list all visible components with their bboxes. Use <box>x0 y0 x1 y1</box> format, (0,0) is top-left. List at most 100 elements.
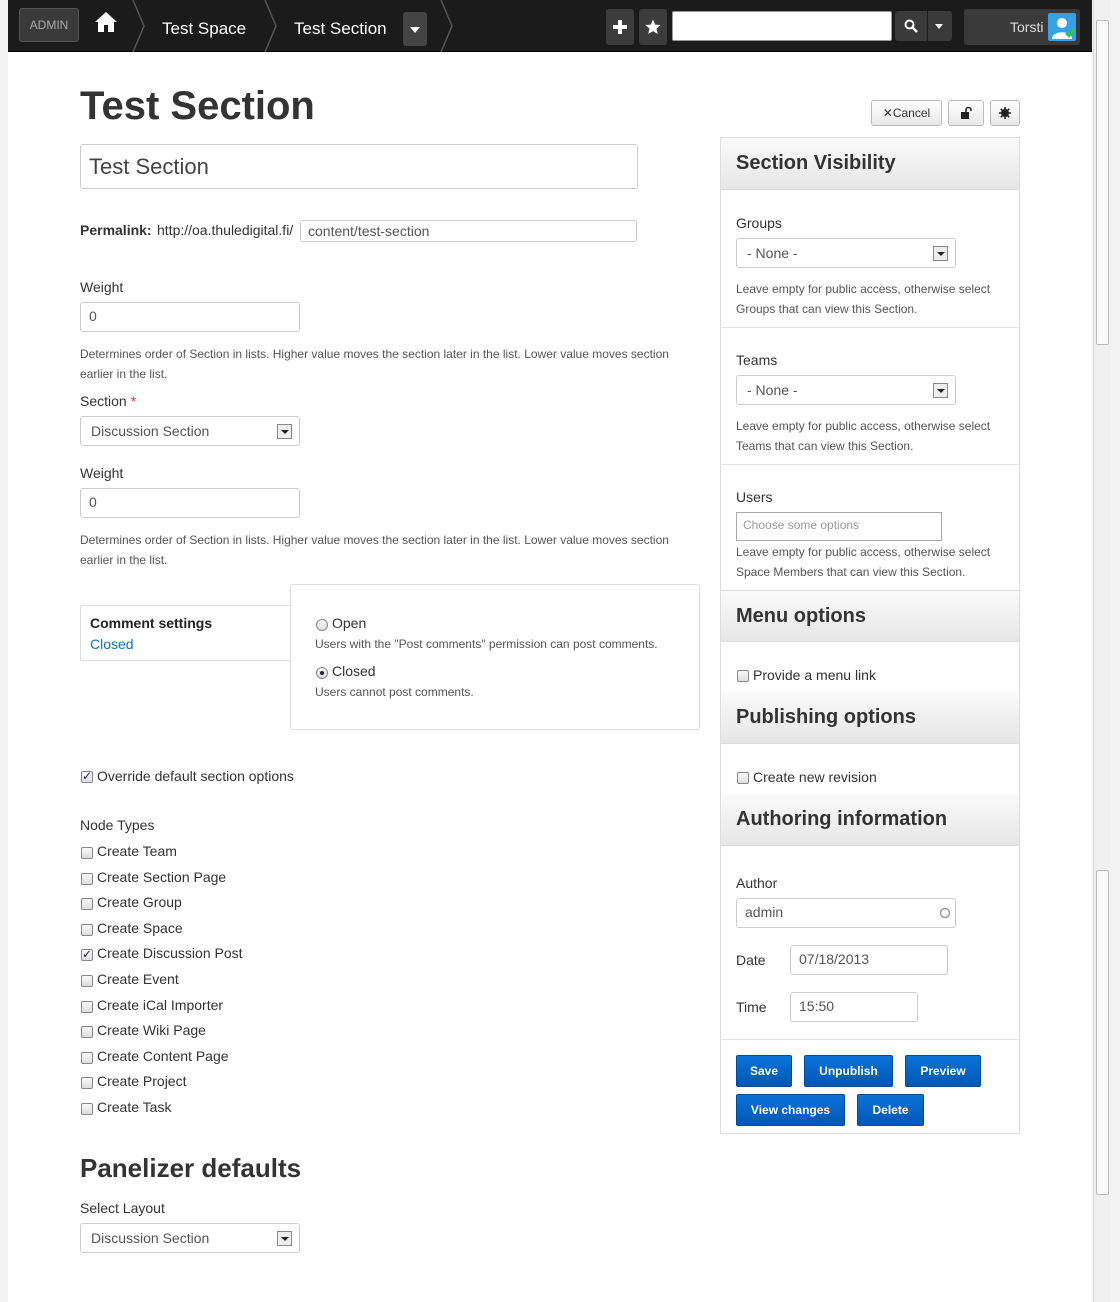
permalink-base: http://oa.thuledigital.fi/ <box>157 222 294 238</box>
date-input[interactable]: 07/18/2013 <box>790 945 948 975</box>
node-type-checkbox[interactable] <box>81 847 93 859</box>
delete-button[interactable]: Delete <box>857 1094 924 1126</box>
autocomplete-icon <box>939 907 951 919</box>
create-new-revision-checkbox[interactable] <box>737 772 749 784</box>
users-multiselect[interactable]: Choose some options <box>736 512 942 541</box>
node-type-checkbox[interactable] <box>81 947 93 961</box>
favorites-button[interactable] <box>639 9 667 45</box>
save-button[interactable]: Save <box>736 1055 792 1087</box>
cancel-label: Cancel <box>892 106 931 120</box>
unpublish-button[interactable]: Unpublish <box>804 1055 893 1087</box>
scrollbar-thumb[interactable] <box>1096 20 1109 345</box>
breadcrumb-space[interactable]: Test Space <box>162 19 246 39</box>
node-type-label[interactable]: Create Discussion Post <box>97 945 243 961</box>
preview-button[interactable]: Preview <box>905 1055 981 1087</box>
search-options-dropdown[interactable] <box>928 11 952 41</box>
teams-select[interactable]: - None - <box>736 375 956 405</box>
node-type-label[interactable]: Create Group <box>97 894 182 910</box>
title-input[interactable]: Test Section <box>80 144 638 189</box>
node-type-label[interactable]: Create Event <box>97 971 179 987</box>
comment-open-radio[interactable] <box>316 619 328 631</box>
menu-options-header[interactable]: Menu options <box>721 590 1019 642</box>
node-type-label[interactable]: Create Project <box>97 1073 186 1089</box>
node-type-checkbox[interactable] <box>81 1103 93 1115</box>
section-dropdown-toggle[interactable] <box>403 12 427 46</box>
node-type-checkbox[interactable] <box>81 873 93 885</box>
chevron-down-icon <box>933 383 948 398</box>
date-label: Date <box>736 952 766 968</box>
time-input[interactable]: 15:50 <box>790 992 918 1022</box>
author-label: Author <box>736 875 778 891</box>
section-select[interactable]: Discussion Section <box>80 416 300 446</box>
settings-button[interactable] <box>990 100 1020 126</box>
node-type-label[interactable]: Create Team <box>97 843 177 859</box>
node-types-label: Node Types <box>80 817 155 833</box>
users-description: Leave empty for public access, otherwise… <box>736 545 991 579</box>
comment-closed-radio[interactable] <box>316 667 328 679</box>
publishing-options-header[interactable]: Publishing options <box>721 692 1019 744</box>
close-icon: ✕ <box>882 106 893 120</box>
star-icon <box>645 19 661 34</box>
section-visibility-header[interactable]: Section Visibility <box>721 138 1019 190</box>
authoring-information-header[interactable]: Authoring information <box>721 794 1019 846</box>
divider <box>721 327 1019 328</box>
node-type-label[interactable]: Create Wiki Page <box>97 1022 206 1038</box>
node-type-checkbox[interactable] <box>81 924 93 936</box>
add-content-button[interactable] <box>606 9 634 45</box>
weight-label-2: Weight <box>80 465 124 481</box>
unlock-button[interactable] <box>948 100 984 126</box>
node-type-label[interactable]: Create iCal Importer <box>97 997 223 1013</box>
breadcrumb-section[interactable]: Test Section <box>294 19 387 39</box>
permalink-label: Permalink: <box>80 222 152 238</box>
breadcrumb-separator-icon <box>440 0 453 52</box>
weight-description-2: Determines order of Section in lists. Hi… <box>80 533 669 567</box>
node-type-checkbox[interactable] <box>81 1077 93 1089</box>
teams-label: Teams <box>736 352 778 368</box>
user-menu-button[interactable]: Torsti <box>964 9 1080 45</box>
search-button[interactable] <box>895 11 927 41</box>
comment-closed-label[interactable]: Closed <box>332 663 376 679</box>
permalink-path-input[interactable]: content/test-section <box>300 220 637 242</box>
comment-settings-tab[interactable]: Comment settings Closed <box>80 605 291 661</box>
user-name: Torsti <box>1010 19 1044 35</box>
comment-settings-summary: Closed <box>90 636 134 652</box>
layout-select[interactable]: Discussion Section <box>80 1223 300 1253</box>
author-input[interactable]: admin <box>736 898 956 928</box>
cancel-button[interactable]: ✕Cancel <box>871 100 942 126</box>
admin-menu-button[interactable]: ADMIN <box>19 8 79 42</box>
create-new-revision-label[interactable]: Create new revision <box>753 769 877 785</box>
node-type-checkbox[interactable] <box>81 1026 93 1038</box>
node-type-label[interactable]: Create Task <box>97 1099 171 1115</box>
groups-select[interactable]: - None - <box>736 238 956 268</box>
home-icon[interactable] <box>94 10 118 34</box>
teams-description: Leave empty for public access, otherwise… <box>736 419 991 453</box>
search-input[interactable] <box>672 11 892 41</box>
provide-menu-link-label[interactable]: Provide a menu link <box>753 667 876 683</box>
weight-input-2[interactable]: 0 <box>80 488 300 518</box>
node-type-checkbox[interactable] <box>81 1052 93 1064</box>
node-type-label[interactable]: Create Content Page <box>97 1048 229 1064</box>
page-scrollbar[interactable] <box>1093 0 1111 1302</box>
node-type-checkbox[interactable] <box>81 975 93 987</box>
node-type-label[interactable]: Create Space <box>97 920 183 936</box>
groups-label: Groups <box>736 215 782 231</box>
comment-open-label[interactable]: Open <box>332 615 366 631</box>
panelizer-heading: Panelizer defaults <box>80 1153 302 1183</box>
select-layout-label: Select Layout <box>80 1200 165 1216</box>
node-type-checkbox[interactable] <box>81 1001 93 1013</box>
section-label: Section * <box>80 393 137 409</box>
unlock-icon <box>961 106 972 119</box>
weight-input[interactable]: 0 <box>80 302 300 332</box>
node-type-label[interactable]: Create Section Page <box>97 869 226 885</box>
comment-open-description: Users with the "Post comments" permissio… <box>315 637 658 651</box>
scrollbar-thumb[interactable] <box>1096 870 1109 1195</box>
provide-menu-link-checkbox[interactable] <box>737 670 749 682</box>
comment-settings-title: Comment settings <box>90 615 213 631</box>
divider <box>721 464 1019 465</box>
breadcrumb-separator-icon <box>264 0 277 52</box>
override-checkbox[interactable] <box>81 769 93 783</box>
view-changes-button[interactable]: View changes <box>736 1094 845 1126</box>
breadcrumb-separator-icon <box>132 0 145 52</box>
node-type-checkbox[interactable] <box>81 898 93 910</box>
override-label[interactable]: Override default section options <box>97 768 294 784</box>
